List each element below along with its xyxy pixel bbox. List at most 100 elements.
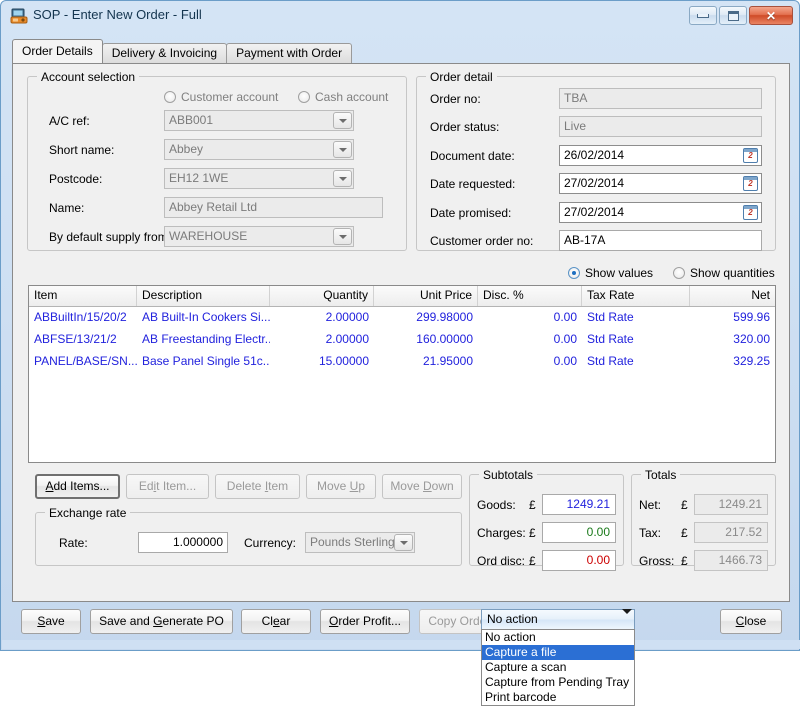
grid-header-unit-price[interactable]: Unit Price: [374, 286, 478, 306]
net-label: Net:: [639, 498, 662, 512]
dropdown-option-capture-a-file[interactable]: Capture a file: [482, 645, 634, 660]
tax-value: 217.52: [694, 522, 768, 543]
ac-ref-combo[interactable]: ABB001: [164, 110, 354, 131]
goods-label: Goods:: [477, 498, 516, 512]
cell-discount: 0.00: [553, 332, 577, 346]
charges-value[interactable]: 0.00: [542, 522, 616, 543]
cell-unit-price: 21.95000: [422, 354, 473, 368]
name-field[interactable]: Abbey Retail Ltd: [164, 197, 383, 218]
grid-header-net[interactable]: Net: [690, 286, 775, 306]
date-requested-field[interactable]: 27/02/2014 2: [559, 173, 762, 194]
calendar-icon[interactable]: 2: [743, 148, 758, 163]
title-bar[interactable]: SOP - Enter New Order - Full ✕: [1, 1, 799, 31]
maximize-button[interactable]: [719, 6, 747, 25]
rate-field[interactable]: 1.000000: [138, 532, 228, 553]
chevron-down-icon[interactable]: [333, 141, 352, 158]
date-promised-field[interactable]: 27/02/2014 2: [559, 202, 762, 223]
document-date-label: Document date:: [430, 149, 515, 163]
gross-currency-symbol: £: [681, 554, 688, 568]
action-combo-value: No action: [487, 612, 538, 626]
chevron-down-icon[interactable]: [333, 112, 352, 129]
account-selection-legend: Account selection: [37, 70, 140, 84]
net-currency-symbol: £: [681, 498, 688, 512]
action-combo[interactable]: No action: [481, 609, 635, 630]
table-row[interactable]: ABFSE/13/21/2 AB Freestanding Electr... …: [29, 330, 775, 350]
goods-currency-symbol: £: [529, 498, 536, 512]
radio-show-values-label: Show values: [585, 266, 654, 280]
order-detail-legend: Order detail: [426, 70, 497, 84]
cell-unit-price: 299.98000: [416, 310, 473, 324]
tab-panel-order-details: Account selection Customer account Cash …: [12, 63, 790, 602]
grid-header-row: Item Description Quantity Unit Price Dis…: [29, 286, 775, 307]
radio-customer-account[interactable]: Customer account: [164, 90, 278, 104]
date-requested-label: Date requested:: [430, 177, 516, 191]
tab-payment-with-order[interactable]: Payment with Order: [226, 43, 353, 63]
goods-value[interactable]: 1249.21: [542, 494, 616, 515]
chevron-down-icon[interactable]: [622, 609, 632, 628]
currency-combo[interactable]: Pounds Sterling: [305, 532, 415, 553]
cell-net: 329.25: [733, 354, 770, 368]
order-profit-button[interactable]: Order Profit...: [320, 609, 410, 634]
radio-cash-account[interactable]: Cash account: [298, 90, 388, 104]
postcode-combo[interactable]: EH12 1WE: [164, 168, 354, 189]
currency-value: Pounds Sterling: [310, 535, 395, 549]
close-button[interactable]: ✕: [749, 6, 793, 25]
customer-order-no-field[interactable]: AB-17A: [559, 230, 762, 251]
calendar-icon[interactable]: 2: [743, 176, 758, 191]
ord-disc-value[interactable]: 0.00: [542, 550, 616, 571]
supply-from-label: By default supply from:: [49, 230, 172, 244]
add-items-button[interactable]: AAdd Items...dd Items...: [35, 474, 120, 499]
short-name-label: Short name:: [49, 143, 115, 157]
grid-header-description[interactable]: Description: [137, 286, 270, 306]
radio-show-quantities-label: Show quantities: [690, 266, 775, 280]
save-button[interactable]: Save: [21, 609, 81, 634]
cell-item: ABBuiltIn/15/20/2: [34, 310, 127, 324]
radio-show-quantities[interactable]: Show quantities: [673, 266, 775, 280]
cell-description: AB Built-In Cookers Si...: [142, 310, 270, 324]
cell-tax-rate: Std Rate: [587, 310, 634, 324]
calendar-icon[interactable]: 2: [743, 205, 758, 220]
order-status-field: Live: [559, 116, 762, 137]
chevron-down-icon[interactable]: [333, 228, 352, 245]
charges-label: Charges:: [477, 526, 526, 540]
clear-button[interactable]: Clear: [241, 609, 311, 634]
gross-label: Gross:: [639, 554, 675, 568]
table-row[interactable]: PANEL/BASE/SN... Base Panel Single 51c..…: [29, 352, 775, 372]
supply-from-combo[interactable]: WAREHOUSE: [164, 226, 354, 247]
window-controls: ✕: [689, 6, 793, 25]
dropdown-option-no-action[interactable]: No action: [482, 630, 634, 645]
radio-show-values[interactable]: Show values: [568, 266, 653, 280]
dropdown-option-print-barcode[interactable]: Print barcode: [482, 690, 634, 705]
cell-description: Base Panel Single 51c...: [142, 354, 270, 368]
window-title: SOP - Enter New Order - Full: [33, 7, 202, 22]
document-date-field[interactable]: 26/02/2014 2: [559, 145, 762, 166]
tab-delivery-invoicing[interactable]: Delivery & Invoicing: [101, 43, 228, 63]
chevron-down-icon[interactable]: [333, 170, 352, 187]
currency-label: Currency:: [244, 536, 297, 550]
short-name-value: Abbey: [169, 142, 204, 156]
grid-header-discount[interactable]: Disc. %: [478, 286, 582, 306]
ord-disc-label: Ord disc:: [477, 554, 526, 568]
dropdown-option-capture-pending-tray[interactable]: Capture from Pending Tray: [482, 675, 634, 690]
table-row[interactable]: ABBuiltIn/15/20/2 AB Built-In Cookers Si…: [29, 308, 775, 328]
tab-order-details[interactable]: Order Details: [12, 39, 103, 63]
cell-tax-rate: Std Rate: [587, 354, 634, 368]
tax-label: Tax:: [639, 526, 662, 540]
move-up-button: Move Up: [306, 474, 376, 499]
radio-dot-icon: [164, 91, 176, 103]
dropdown-option-capture-a-scan[interactable]: Capture a scan: [482, 660, 634, 675]
cell-net: 320.00: [733, 332, 770, 346]
close-button-footer[interactable]: Close: [720, 609, 782, 634]
grid-header-item[interactable]: Item: [29, 286, 137, 306]
totals-legend: Totals: [641, 468, 681, 482]
order-items-grid[interactable]: Item Description Quantity Unit Price Dis…: [28, 285, 776, 463]
save-and-generate-po-button[interactable]: Save and Generate PO: [90, 609, 233, 634]
minimize-button[interactable]: [689, 6, 717, 25]
cell-item: ABFSE/13/21/2: [34, 332, 117, 346]
action-dropdown-list[interactable]: No action Capture a file Capture a scan …: [481, 629, 635, 706]
chevron-down-icon[interactable]: [394, 534, 413, 551]
order-no-field: TBA: [559, 88, 762, 109]
short-name-combo[interactable]: Abbey: [164, 139, 354, 160]
grid-header-quantity[interactable]: Quantity: [270, 286, 374, 306]
grid-header-tax-rate[interactable]: Tax Rate: [582, 286, 690, 306]
